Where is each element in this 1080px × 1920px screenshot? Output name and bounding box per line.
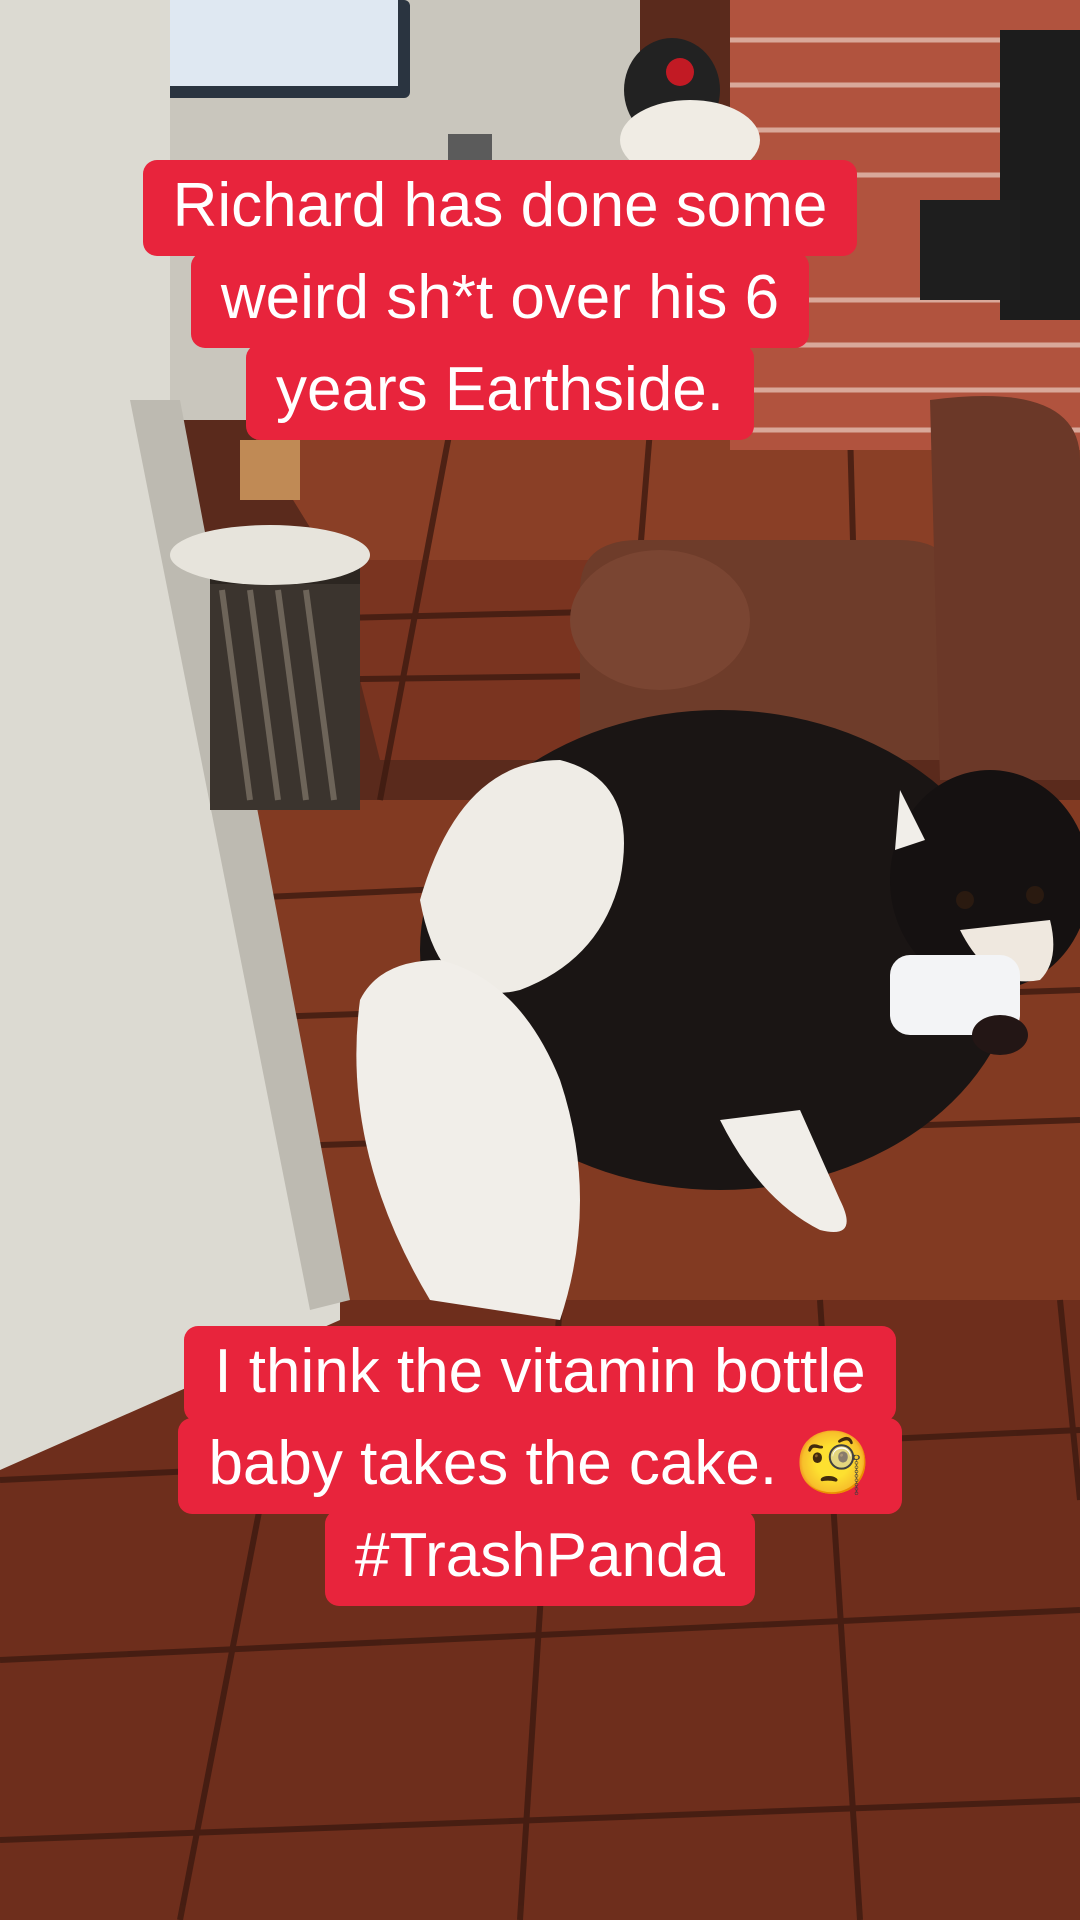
bottom-caption-line-2: baby takes the cake. 🧐 [178,1418,902,1514]
top-caption-line-3: years Earthside. [246,344,754,440]
top-caption-line-1: Richard has done some [142,160,858,256]
bottom-caption-line-1: I think the vitamin bottle [184,1326,896,1422]
bottom-caption: I think the vitamin bottle baby takes th… [40,1326,1040,1606]
video-frame: Richard has done some weird sh*t over hi… [0,0,1080,1920]
top-caption-line-2: weird sh*t over his 6 [190,252,810,348]
bottom-caption-line-3: #TrashPanda [325,1510,755,1606]
top-caption: Richard has done some weird sh*t over hi… [0,160,1000,440]
